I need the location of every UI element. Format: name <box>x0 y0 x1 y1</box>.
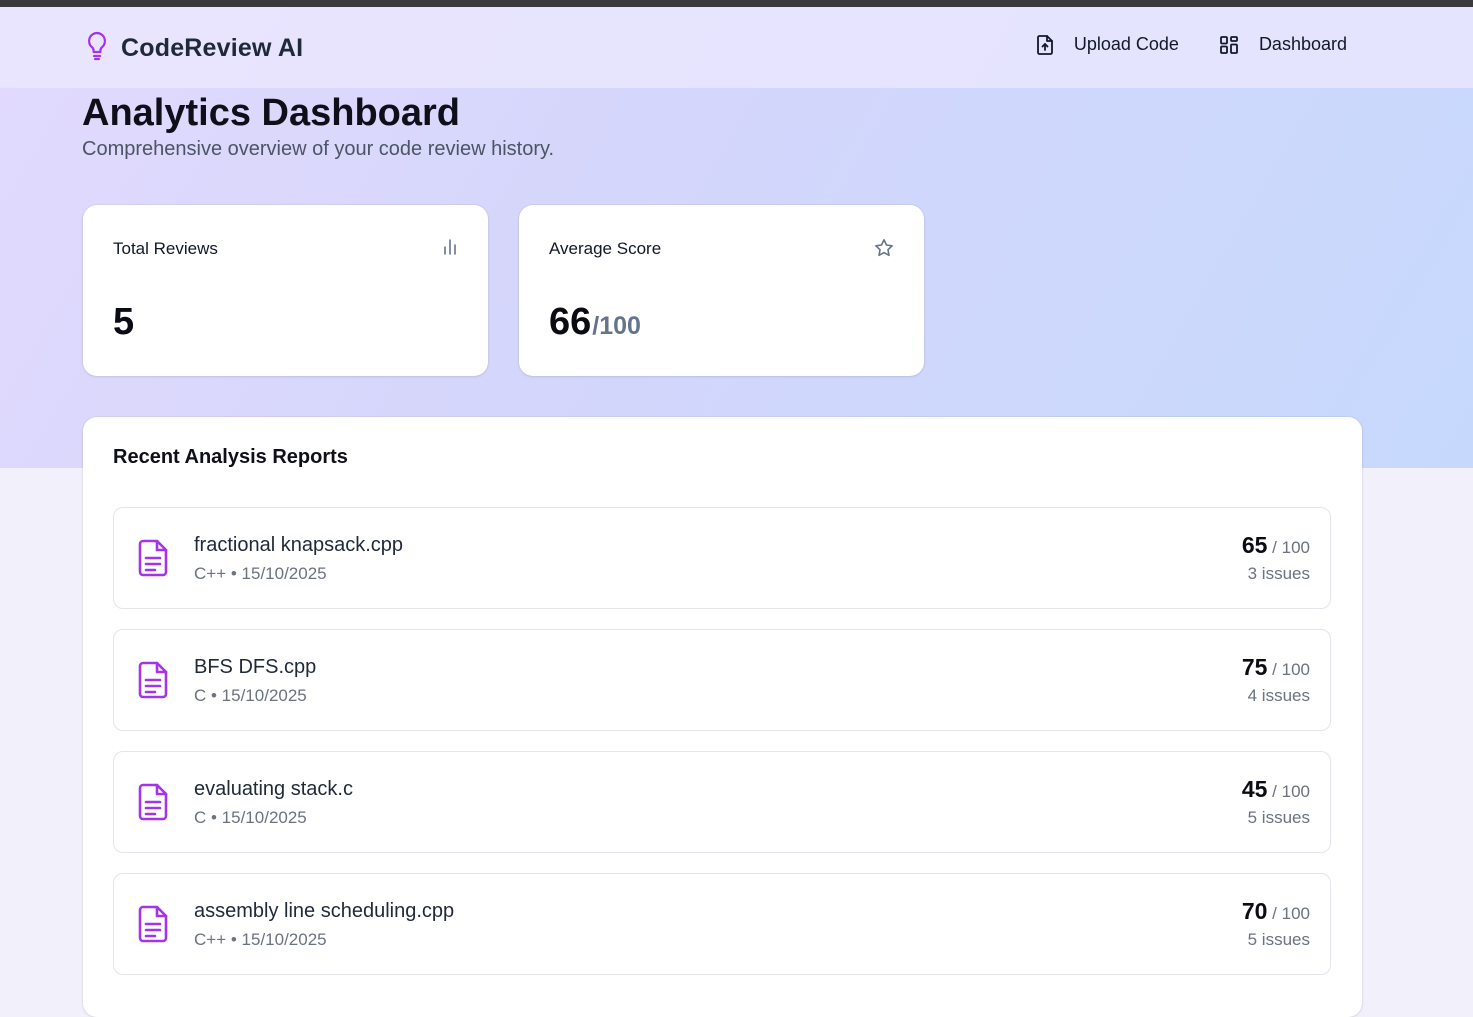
report-score-max: / 100 <box>1267 538 1310 557</box>
report-score: 70 / 100 <box>1242 898 1310 925</box>
report-meta: C++ • 15/10/2025 <box>194 564 327 583</box>
report-score-value: 65 <box>1241 532 1268 558</box>
nav-upload-label: Upload Code <box>1073 34 1179 54</box>
report-score: 45 / 100 <box>1242 776 1310 803</box>
brand[interactable]: CodeReview AI <box>85 31 303 66</box>
nav-dashboard-label: Dashboard <box>1258 34 1347 54</box>
report-meta: C++ • 15/10/2025 <box>194 930 327 949</box>
report-issues-count: 3 issues <box>1247 564 1310 583</box>
window-top-strip <box>0 0 1473 7</box>
lightbulb-icon <box>85 31 109 66</box>
nav-upload-code[interactable]: Upload Code <box>1036 34 1179 55</box>
nav-links: Upload Code Dashboard <box>1036 34 1347 55</box>
total-reviews-value: 5 <box>113 301 134 344</box>
report-meta: C • 15/10/2025 <box>194 808 307 827</box>
report-item[interactable]: evaluating stack.c C • 15/10/2025 45 / 1… <box>113 751 1331 853</box>
report-file-name: BFS DFS.cpp <box>194 656 317 678</box>
report-file-name: fractional knapsack.cpp <box>194 534 404 556</box>
report-issues-count: 4 issues <box>1247 686 1310 705</box>
average-score-card: Average Score 66/100 <box>519 205 924 376</box>
report-score: 75 / 100 <box>1242 654 1310 681</box>
dashboard-grid-icon <box>1219 35 1239 55</box>
brand-name: CodeReview AI <box>121 34 304 62</box>
average-score-number: 66 <box>549 301 592 343</box>
file-text-icon <box>136 904 170 949</box>
navbar: CodeReview AI Upload Code Dashboard <box>0 7 1473 88</box>
report-list: fractional knapsack.cpp C++ • 15/10/2025… <box>113 507 1331 995</box>
report-issues-count: 5 issues <box>1247 930 1310 949</box>
report-score-max: / 100 <box>1267 782 1310 801</box>
report-item[interactable]: BFS DFS.cpp C • 15/10/2025 75 / 100 4 is… <box>113 629 1331 731</box>
report-item[interactable]: assembly line scheduling.cpp C++ • 15/10… <box>113 873 1331 975</box>
page-subtitle: Comprehensive overview of your code revi… <box>82 138 555 160</box>
file-upload-icon <box>1036 34 1054 55</box>
page-title: Analytics Dashboard <box>82 92 460 134</box>
total-reviews-card: Total Reviews 5 <box>83 205 488 376</box>
bar-chart-icon <box>442 238 458 261</box>
report-score: 65 / 100 <box>1242 532 1310 559</box>
total-reviews-label: Total Reviews <box>113 239 218 258</box>
nav-dashboard[interactable]: Dashboard <box>1219 34 1347 55</box>
file-text-icon <box>136 782 170 827</box>
file-text-icon <box>136 660 170 705</box>
report-score-value: 45 <box>1241 776 1268 802</box>
report-issues-count: 5 issues <box>1247 808 1310 827</box>
average-score-label: Average Score <box>549 239 662 258</box>
report-score-value: 70 <box>1241 898 1268 924</box>
report-score-max: / 100 <box>1267 904 1310 923</box>
report-file-name: evaluating stack.c <box>194 778 353 800</box>
report-score-value: 75 <box>1241 654 1268 680</box>
recent-reports-panel: Recent Analysis Reports fractional knaps… <box>83 417 1362 1017</box>
recent-reports-title: Recent Analysis Reports <box>113 446 348 468</box>
file-text-icon <box>136 538 170 583</box>
total-reviews-number: 5 <box>113 301 135 343</box>
report-item[interactable]: fractional knapsack.cpp C++ • 15/10/2025… <box>113 507 1331 609</box>
average-score-value: 66/100 <box>549 301 641 344</box>
report-file-name: assembly line scheduling.cpp <box>194 900 455 922</box>
report-meta: C • 15/10/2025 <box>194 686 307 705</box>
report-score-max: / 100 <box>1267 660 1310 679</box>
average-score-suffix: /100 <box>592 312 641 340</box>
star-icon <box>874 238 894 263</box>
